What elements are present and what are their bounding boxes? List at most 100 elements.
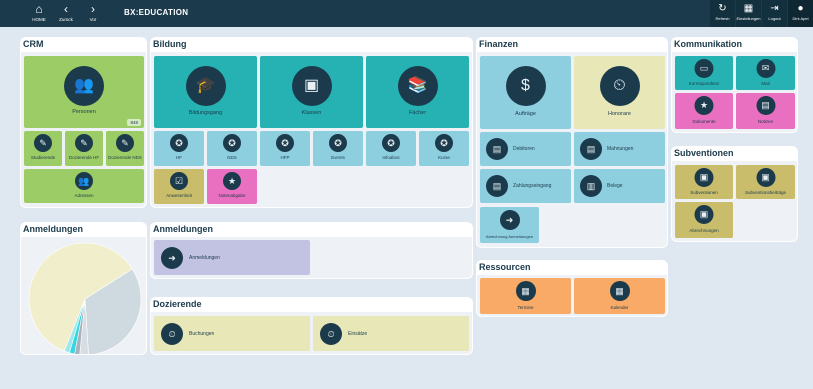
bildung-panel: Bildung 🎓 Bildungsgang ▣ Klassen 📚 Fäche… (150, 37, 473, 208)
kommunikation-panel: Kommunikation ▭ Korrespondenz ✉ Mail ★ D… (671, 37, 798, 133)
tile-kalender-label: Kalender (610, 305, 629, 310)
tile-klassen-label: Klassen (301, 110, 322, 116)
tile-termine-label: Termine (517, 305, 534, 310)
tile-dozierende-nds[interactable]: ✎ Dozierende NDS (106, 131, 144, 166)
tile-mahnungen[interactable]: ▤ Mahnungen (574, 132, 665, 166)
tile-debitoren[interactable]: ▤ Debitoren (480, 132, 571, 166)
tile-abrechnungen-label: Abrechnungen (689, 228, 719, 233)
tile-subventionen-label: Subventionen (690, 190, 718, 195)
tile-subventionen[interactable]: ▣ Subventionen (675, 165, 733, 199)
invoice-icon: $ (505, 66, 546, 106)
back-button[interactable]: ‹ Zurück (53, 0, 79, 27)
tile-abrechnung-anmeldungen[interactable]: ➜ Abrechnung Anmeldungen (480, 207, 539, 243)
tile-hf[interactable]: ✪ HF (154, 131, 204, 166)
tile-dokumente-label: Dokumente (692, 119, 716, 124)
tile-buchungen[interactable]: ⏲ Buchungen (154, 316, 310, 351)
home-label: HOME (32, 17, 46, 22)
award-icon: ✪ (435, 134, 453, 152)
forward-button[interactable]: › Vor (80, 0, 106, 27)
teacher-icon: ✎ (116, 134, 134, 152)
forward-label: Vor (89, 17, 97, 22)
contact-card-icon: ▣ (694, 168, 714, 187)
forward-icon: › (91, 2, 95, 16)
graduation-cap-icon: 🎓 (185, 66, 226, 106)
tile-notizen[interactable]: ▤ Notizen (736, 93, 795, 129)
tile-personen-label: Personen (72, 109, 96, 115)
tile-auftraege[interactable]: $ Aufträge (480, 56, 571, 129)
receipt-icon: ▥ (580, 175, 602, 197)
arrow-in-icon: ➜ (499, 210, 520, 230)
home-icon: ⌂ (35, 2, 43, 16)
tile-belege[interactable]: ▥ Belege (574, 169, 665, 203)
tile-adressen-label: Adressen (74, 193, 94, 198)
tile-notenabgabe-label: Notenabgabe (218, 193, 246, 198)
tile-kalender[interactable]: ▦ Kalender (574, 278, 665, 314)
finanzen-body: $ Aufträge ⏲ Honorare ▤ Debitoren ▤ Mahn… (477, 52, 667, 247)
settings-button[interactable]: ▦ Einstellungen (736, 0, 761, 27)
logout-button[interactable]: ⇥ Logout (762, 0, 787, 27)
tile-nds[interactable]: ✪ NDS (207, 131, 257, 166)
refresh-button[interactable]: ↻ Refresh (710, 0, 735, 27)
tile-subventionsbeitraege[interactable]: ▣ Subventionsbeiträge (736, 165, 795, 199)
tile-hfp[interactable]: ✪ HFP (260, 131, 310, 166)
tile-notenabgabe[interactable]: ★ Notenabgabe (207, 169, 257, 204)
tile-mail-label: Mail (761, 81, 770, 86)
tile-events-label: Events (331, 155, 345, 160)
anmeldungen-body: ➜ Anmeldungen (151, 237, 472, 278)
tile-korrespondenz[interactable]: ▭ Korrespondenz (675, 56, 733, 90)
tile-personen[interactable]: 👥 Personen 848 (24, 56, 144, 128)
tile-buchungen-label: Buchungen (189, 330, 215, 337)
note-icon: ▤ (756, 96, 775, 115)
person-clock-icon: ⏲ (161, 322, 183, 345)
tile-studierende[interactable]: ✎ Studierende (24, 131, 62, 166)
tile-einsaetze-label: Einsätze (348, 330, 368, 337)
checklist-icon: ☑ (170, 172, 188, 190)
tile-abrechnungen[interactable]: ▣ Abrechnungen (675, 202, 733, 238)
finanzen-title: Finanzen (479, 39, 519, 49)
tile-events[interactable]: ✪ Events (313, 131, 363, 166)
document-icon: ▤ (580, 138, 602, 160)
subventionen-title: Subventionen (674, 148, 734, 158)
tile-notizen-label: Notizen (757, 119, 774, 124)
award-icon: ✪ (276, 134, 294, 152)
subventionen-panel: Subventionen ▣ Subventionen ▣ Subvention… (671, 146, 798, 242)
dozierende-body: ⏲ Buchungen ⏲ Einsätze (151, 312, 472, 354)
calendar-icon: ▦ (609, 281, 630, 301)
anmeldungen-chart-title: Anmeldungen (23, 224, 83, 234)
kommunikation-body: ▭ Korrespondenz ✉ Mail ★ Dokumente ▤ Not… (672, 52, 797, 132)
tile-zahlungseingang[interactable]: ▤ Zahlungseingang (480, 169, 571, 203)
refresh-label: Refresh (715, 16, 730, 21)
tile-infoabos[interactable]: ✪ Infoabos (366, 131, 416, 166)
books-icon: 📚 (397, 66, 438, 106)
logout-icon: ⇥ (770, 3, 779, 14)
tile-korrespondenz-label: Korrespondenz (688, 81, 720, 86)
address-icon: 👥 (75, 172, 93, 190)
home-button[interactable]: ⌂ HOME (26, 0, 52, 27)
tile-studierende-label: Studierende (30, 155, 56, 160)
anmeldungen-chart-body (21, 237, 146, 354)
tile-adressen[interactable]: 👥 Adressen (24, 169, 144, 203)
back-label: Zurück (59, 17, 73, 22)
tile-mail[interactable]: ✉ Mail (736, 56, 795, 90)
user-icon: ● (797, 3, 804, 14)
user-button[interactable]: ● Dirk Apel (788, 0, 813, 27)
tile-dokumente[interactable]: ★ Dokumente (675, 93, 733, 129)
tile-einsaetze[interactable]: ⏲ Einsätze (313, 316, 469, 351)
tile-auftraege-label: Aufträge (515, 111, 536, 117)
toolbar: ↻ Refresh ▦ Einstellungen ⇥ Logout ● Dir… (709, 0, 813, 27)
tile-anmeldungen[interactable]: ➜ Anmeldungen (154, 240, 310, 275)
tile-anwesenheit[interactable]: ☑ Anwesenheit (154, 169, 204, 204)
tile-dozierende-hf[interactable]: ✎ Dozierende HF (65, 131, 103, 166)
tile-anmeldungen-label: Anmeldungen (189, 254, 220, 261)
tile-bildungsgang[interactable]: 🎓 Bildungsgang (154, 56, 257, 128)
star-icon: ★ (223, 172, 241, 190)
tile-kurse-label: Kurse (438, 155, 450, 160)
anmeldungen-pie-chart (28, 242, 142, 354)
tile-honorare[interactable]: ⏲ Honorare (574, 56, 665, 129)
tile-kurse[interactable]: ✪ Kurse (419, 131, 469, 166)
back-icon: ‹ (64, 2, 68, 16)
tile-klassen[interactable]: ▣ Klassen (260, 56, 363, 128)
award-icon: ✪ (223, 134, 241, 152)
tile-termine[interactable]: ▦ Termine (480, 278, 571, 314)
tile-faecher[interactable]: 📚 Fächer (366, 56, 469, 128)
